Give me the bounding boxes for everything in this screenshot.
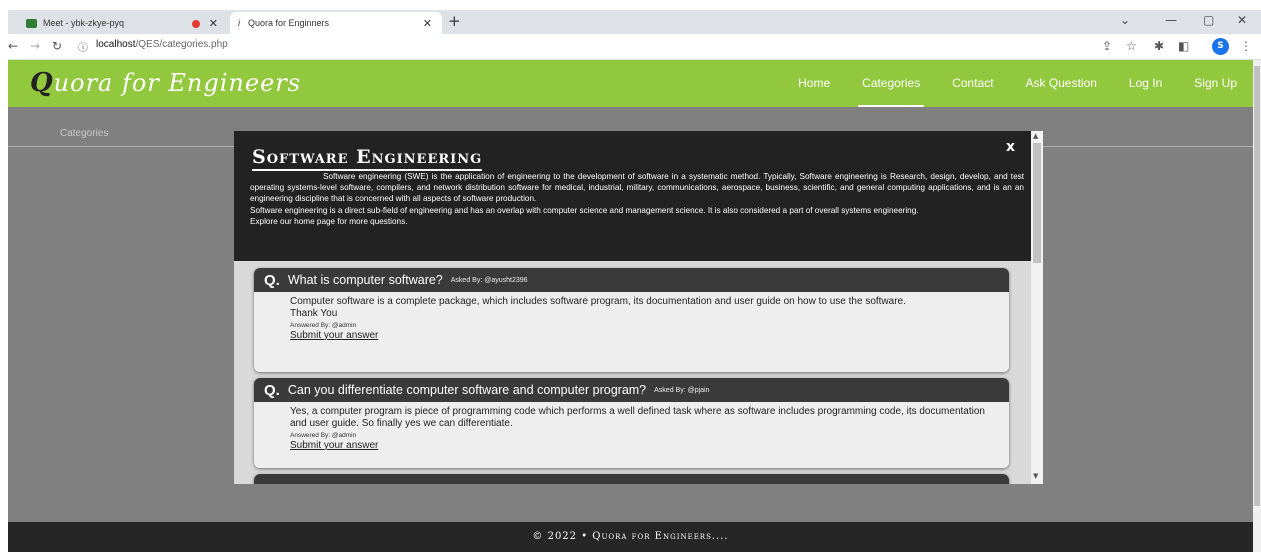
url-field[interactable]: localhost/QES/categories.php bbox=[96, 39, 228, 50]
nav-categories[interactable]: Categories bbox=[846, 60, 936, 107]
description-paragraph: Software engineering is a direct sub-fie… bbox=[250, 205, 919, 215]
modal-scrollbar-thumb[interactable] bbox=[1033, 143, 1041, 263]
asked-by: Asked By: @ayusht2396 bbox=[450, 276, 528, 284]
nav-contact[interactable]: Contact bbox=[936, 60, 1009, 107]
section-label: Categories bbox=[60, 128, 109, 139]
submit-answer-link[interactable]: Submit your answer bbox=[290, 440, 378, 451]
address-bar: ← → ↻ ⓘ localhost/QES/categories.php ⇪ ☆… bbox=[8, 34, 1261, 60]
maximize-button[interactable]: ▢ bbox=[1203, 13, 1214, 27]
nav-ask-question[interactable]: Ask Question bbox=[1010, 60, 1113, 107]
tab-title: Meet - ybk-zkye-pyq bbox=[43, 18, 125, 28]
close-tab-icon[interactable]: ✕ bbox=[423, 17, 432, 30]
category-modal: Software Engineering x Software engineer… bbox=[234, 131, 1043, 484]
brand-logo[interactable]: Quora for Engineers bbox=[30, 68, 301, 98]
close-window-button[interactable]: ✕ bbox=[1237, 13, 1247, 27]
modal-title: Software Engineering bbox=[252, 146, 483, 171]
browser-tab-strip: Meet - ybk-zkye-pyq ✕ i Quora for Enginn… bbox=[8, 10, 1261, 34]
modal-description: Software engineering (SWE) is the applic… bbox=[250, 171, 1024, 227]
modal-header: Software Engineering x Software engineer… bbox=[234, 131, 1031, 261]
answer-extra: Thank You bbox=[290, 308, 338, 320]
page-scrollbar-thumb[interactable] bbox=[1254, 66, 1260, 506]
page-scrollbar[interactable] bbox=[1253, 60, 1261, 552]
site-navbar: Quora for Engineers Home Categories Cont… bbox=[8, 60, 1253, 107]
nav-sign-up[interactable]: Sign Up bbox=[1178, 60, 1253, 107]
scroll-down-icon[interactable]: ▼ bbox=[1033, 472, 1038, 480]
close-tab-icon[interactable]: ✕ bbox=[209, 17, 218, 30]
tab-meet[interactable]: Meet - ybk-zkye-pyq ✕ bbox=[18, 12, 228, 34]
share-icon[interactable]: ⇪ bbox=[1102, 39, 1112, 53]
recording-dot-icon bbox=[192, 20, 200, 28]
answer-text: Yes, a computer program is piece of prog… bbox=[290, 406, 985, 430]
meet-icon bbox=[26, 18, 37, 28]
forward-icon[interactable]: → bbox=[30, 39, 40, 53]
question-mark-icon: Q. bbox=[264, 271, 280, 289]
modal-scrollbar[interactable]: ▲ ▼ bbox=[1031, 131, 1043, 484]
back-icon[interactable]: ← bbox=[8, 39, 18, 53]
question-card: Q. Can you differentiate computer softwa… bbox=[254, 378, 1009, 468]
answered-by: Answered By: @admin bbox=[290, 321, 357, 329]
reload-icon[interactable]: ↻ bbox=[52, 39, 62, 53]
tab-title: Quora for Enginners bbox=[248, 18, 330, 28]
question-header[interactable]: Q. Can you differentiate computer softwa… bbox=[254, 378, 1009, 402]
profile-avatar[interactable]: S bbox=[1212, 38, 1229, 55]
side-panel-icon[interactable]: ◧ bbox=[1178, 39, 1189, 53]
question-title[interactable]: What is computer software? bbox=[288, 273, 443, 287]
modal-questions-list: Q. What is computer software? Asked By: … bbox=[234, 261, 1031, 484]
menu-dots-icon[interactable]: ⋮ bbox=[1240, 39, 1252, 53]
question-title[interactable]: Can you differentiate computer software … bbox=[288, 383, 646, 397]
extensions-icon[interactable]: ✱ bbox=[1154, 39, 1164, 53]
question-card: Q. What is computer software? Asked By: … bbox=[254, 268, 1009, 372]
tab-search-icon[interactable]: ⌄ bbox=[1120, 13, 1130, 27]
site-info-icon[interactable]: ⓘ bbox=[78, 39, 88, 54]
modal-close-button[interactable]: x bbox=[1006, 139, 1015, 155]
site-footer: © 2022 • Quora for Engineers.... bbox=[8, 522, 1253, 552]
nav-links: Home Categories Contact Ask Question Log… bbox=[782, 60, 1253, 107]
minimize-button[interactable]: — bbox=[1165, 13, 1177, 27]
description-paragraph: Explore our home page for more questions… bbox=[250, 216, 408, 226]
question-card-partial bbox=[254, 474, 1009, 484]
nav-log-in[interactable]: Log In bbox=[1113, 60, 1178, 107]
description-paragraph: Software engineering (SWE) is the applic… bbox=[250, 172, 1024, 204]
scroll-up-icon[interactable]: ▲ bbox=[1033, 132, 1038, 140]
asked-by: Asked By: @pjain bbox=[654, 386, 710, 394]
answer-body: Computer software is a complete package,… bbox=[254, 292, 1009, 372]
question-header[interactable]: Q. What is computer software? Asked By: … bbox=[254, 268, 1009, 292]
screen-top-edge bbox=[0, 0, 1261, 10]
nav-home[interactable]: Home bbox=[782, 60, 846, 107]
bookmark-star-icon[interactable]: ☆ bbox=[1126, 39, 1137, 53]
tab-quora[interactable]: i Quora for Enginners ✕ bbox=[230, 12, 442, 34]
question-header[interactable] bbox=[254, 474, 1009, 484]
question-mark-icon: Q. bbox=[264, 381, 280, 399]
answer-body: Yes, a computer program is piece of prog… bbox=[254, 402, 1009, 468]
new-tab-button[interactable]: + bbox=[448, 12, 461, 30]
answered-by: Answered By: @admin bbox=[290, 431, 357, 439]
footer-text: © 2022 • Quora for Engineers.... bbox=[532, 531, 729, 542]
submit-answer-link[interactable]: Submit your answer bbox=[290, 330, 378, 341]
info-icon: i bbox=[238, 18, 240, 28]
answer-text: Computer software is a complete package,… bbox=[290, 296, 906, 307]
